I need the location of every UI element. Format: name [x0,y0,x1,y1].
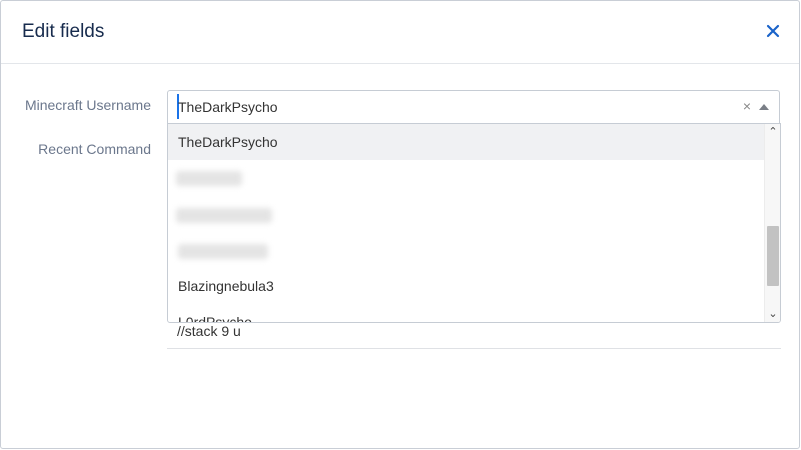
modal-title: Edit fields [22,21,105,42]
close-icon [766,24,780,38]
close-button[interactable] [765,23,781,39]
caret-up-icon[interactable] [759,104,769,110]
blurred-text [178,244,268,259]
recent-command-value[interactable]: //stack 9 u [177,323,241,339]
dropdown-option[interactable]: Blazingnebula3 [168,268,765,304]
recent-command-underline [167,348,781,349]
scroll-up-icon[interactable]: ⌃ [765,124,780,140]
scroll-thumb[interactable] [767,226,779,286]
username-label: Minecraft Username [24,97,151,113]
dropdown-option-obscured[interactable] [168,232,765,268]
dropdown-option-obscured[interactable] [168,160,765,196]
scroll-down-icon[interactable]: ⌄ [765,306,780,322]
username-select[interactable]: TheDarkPsycho × [167,90,780,123]
edit-fields-modal: Edit fields Minecraft Username Recent Co… [0,0,800,449]
dropdown-option-obscured[interactable] [168,196,765,232]
select-value[interactable]: TheDarkPsycho [178,99,278,115]
dropdown-scrollbar[interactable]: ⌃ ⌄ [764,124,780,322]
dropdown-option[interactable]: TheDarkPsycho [168,124,765,160]
blurred-text [176,171,242,186]
clear-icon[interactable]: × [743,98,751,114]
dropdown-option[interactable]: L0rdPsycho [168,304,765,322]
blurred-text [176,208,272,223]
username-dropdown[interactable]: TheDarkPsycho Blazingnebula3 L0rdPsycho … [167,123,781,323]
modal-header: Edit fields [1,1,799,64]
recent-command-label: Recent Command [38,141,151,157]
